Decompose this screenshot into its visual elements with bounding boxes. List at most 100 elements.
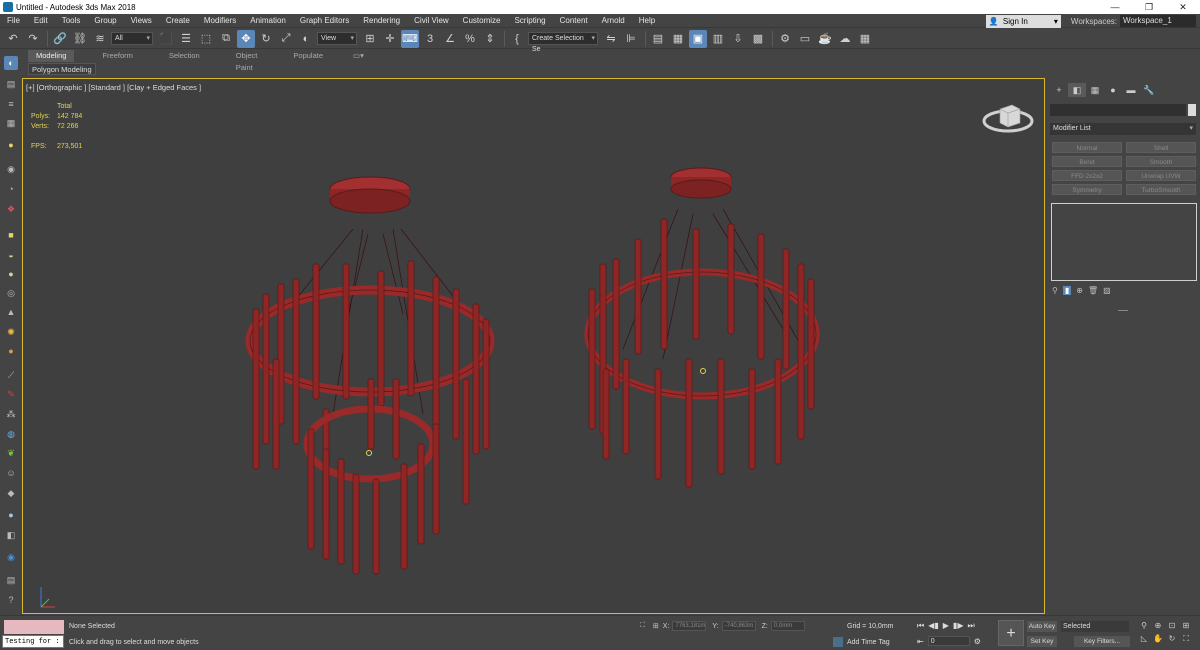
- schematic-view-icon[interactable]: ⇩: [729, 30, 747, 48]
- display-icon[interactable]: ▤: [4, 573, 18, 587]
- play-icon[interactable]: ▶: [943, 621, 949, 631]
- pan-icon[interactable]: ✋: [1151, 634, 1165, 644]
- x-coordinate-field[interactable]: 7763,181m: [672, 621, 707, 631]
- selection-filter-dropdown[interactable]: All: [111, 32, 153, 45]
- camera-icon[interactable]: ◉: [4, 162, 18, 176]
- curve-editor-icon[interactable]: ▥: [709, 30, 727, 48]
- menu-rendering[interactable]: Rendering: [356, 16, 407, 25]
- box-icon[interactable]: ■: [4, 228, 18, 242]
- menu-content[interactable]: Content: [553, 16, 595, 25]
- align-icon[interactable]: ⊫: [622, 30, 640, 48]
- modifier-smooth-button[interactable]: Smooth: [1126, 156, 1196, 167]
- rotate-icon[interactable]: ↻: [257, 30, 275, 48]
- z-coordinate-field[interactable]: 0,0mm: [770, 621, 805, 631]
- tab-selection[interactable]: Selection: [161, 50, 208, 62]
- rendered-frame-icon[interactable]: ▭: [796, 30, 814, 48]
- render-production-icon[interactable]: ☕: [816, 30, 834, 48]
- unlink-icon[interactable]: ⛓: [71, 30, 89, 48]
- light-icon[interactable]: ●: [4, 138, 18, 152]
- tab-object-paint[interactable]: Object Paint: [228, 50, 266, 72]
- modifier-list-dropdown[interactable]: Modifier List: [1050, 123, 1196, 135]
- next-frame-icon[interactable]: ▮▶: [953, 621, 964, 631]
- modifier-normal-button[interactable]: Normal: [1052, 142, 1122, 153]
- modifier-unwrap-button[interactable]: Unwrap UVW: [1126, 170, 1196, 181]
- make-unique-icon[interactable]: ⊕: [1076, 286, 1083, 295]
- ribbon-toggle-icon[interactable]: ▣: [689, 29, 707, 48]
- modify-tab-icon[interactable]: ◧: [1068, 83, 1086, 97]
- show-end-result-icon[interactable]: ▮: [1062, 286, 1072, 295]
- isolate-icon[interactable]: ⛶: [640, 622, 645, 630]
- key-mode-icon[interactable]: ⇤: [917, 637, 924, 646]
- place-icon[interactable]: ◐: [297, 30, 315, 48]
- spinner-snap-icon[interactable]: ⇕: [481, 30, 499, 48]
- go-to-end-icon[interactable]: ⏭: [967, 621, 974, 631]
- zoom-all-icon[interactable]: ⊕: [1151, 621, 1165, 630]
- modifier-shell-button[interactable]: Shell: [1126, 142, 1196, 153]
- tab-freeform[interactable]: Freeform: [94, 50, 140, 62]
- field-of-view-icon[interactable]: ◺: [1137, 634, 1151, 644]
- globe-icon[interactable]: ◍: [4, 427, 18, 441]
- torus-icon[interactable]: ◎: [4, 286, 18, 300]
- geosphere-icon[interactable]: ●: [4, 267, 18, 281]
- select-by-name-icon[interactable]: ☰: [177, 30, 195, 48]
- undo-icon[interactable]: ↶: [4, 30, 22, 48]
- maximize-button[interactable]: ❐: [1132, 0, 1166, 14]
- key-set-dropdown[interactable]: Selected: [1061, 621, 1129, 632]
- menu-scripting[interactable]: Scripting: [507, 16, 552, 25]
- previous-frame-icon[interactable]: ◀▮: [928, 621, 939, 631]
- absolute-mode-icon[interactable]: ⊞: [653, 622, 659, 630]
- workspace-dropdown[interactable]: Workspace_1: [1120, 15, 1196, 27]
- remove-modifier-icon[interactable]: 🗑: [1088, 286, 1098, 295]
- zoom-extents-icon[interactable]: ⊡: [1165, 621, 1179, 630]
- viewport-perspective[interactable]: [+] [Orthographic ] [Standard ] [Clay + …: [22, 78, 1045, 614]
- sphere-icon[interactable]: ◒: [4, 248, 18, 262]
- render-setup-icon[interactable]: ⚙: [776, 30, 794, 48]
- rect-selection-icon[interactable]: ⬚: [197, 30, 215, 48]
- scene-explorer-icon[interactable]: ▤: [649, 30, 667, 48]
- minimize-button[interactable]: —: [1098, 0, 1132, 14]
- modifier-turbosmooth-button[interactable]: TurboSmooth: [1126, 184, 1196, 195]
- y-coordinate-field[interactable]: -740,863m: [721, 621, 756, 631]
- percent-snap-icon[interactable]: %: [461, 30, 479, 48]
- chandelier-mesh-left[interactable]: [23, 79, 1044, 613]
- window-crossing-icon[interactable]: ⧉: [217, 30, 235, 48]
- go-to-start-icon[interactable]: ⏮: [917, 621, 924, 631]
- set-keys-icon[interactable]: +: [998, 620, 1024, 646]
- material-icon[interactable]: ◧: [4, 528, 18, 542]
- motion-tab-icon[interactable]: ●: [1104, 83, 1122, 97]
- cone-icon[interactable]: ▲: [4, 305, 18, 319]
- utilities-tab-icon[interactable]: 🔧: [1140, 83, 1158, 97]
- people-icon[interactable]: ☺: [4, 466, 18, 480]
- tab-modeling[interactable]: Modeling: [28, 50, 75, 62]
- move-icon[interactable]: ✥: [237, 29, 255, 48]
- add-time-tag[interactable]: Add Time Tag: [833, 637, 890, 647]
- named-selection-dropdown[interactable]: Create Selection Se: [528, 32, 598, 53]
- display-tab-icon[interactable]: ▬: [1122, 83, 1140, 97]
- menu-help[interactable]: Help: [632, 16, 662, 25]
- menu-modifiers[interactable]: Modifiers: [197, 16, 243, 25]
- spacewarp-icon[interactable]: ❖: [4, 202, 18, 216]
- menu-views[interactable]: Views: [124, 16, 159, 25]
- menu-arnold[interactable]: Arnold: [595, 16, 632, 25]
- ribbon-panel-polygon-modeling[interactable]: Polygon Modeling: [28, 63, 96, 75]
- help-icon[interactable]: ?: [4, 593, 18, 607]
- auto-key-button[interactable]: Auto Key: [1027, 621, 1057, 632]
- pivot-icon[interactable]: ⊞: [361, 30, 379, 48]
- mirror-icon[interactable]: ⇋: [602, 30, 620, 48]
- snaps-toggle-icon[interactable]: 3: [421, 30, 439, 48]
- modifier-symmetry-button[interactable]: Symmetry: [1052, 184, 1122, 195]
- pin-stack-icon[interactable]: ⚲: [1052, 286, 1058, 295]
- menu-group[interactable]: Group: [87, 16, 123, 25]
- configure-sets-icon[interactable]: ▨: [1103, 286, 1111, 295]
- angle-snap-icon[interactable]: ∠: [441, 30, 459, 48]
- scene-explorer-icon[interactable]: ▤: [4, 77, 18, 91]
- brush-icon[interactable]: ✎: [4, 387, 18, 401]
- rock-icon[interactable]: ◆: [4, 486, 18, 500]
- scale-icon[interactable]: ⤢: [277, 30, 295, 48]
- modifier-stack[interactable]: [1051, 203, 1197, 281]
- menu-file[interactable]: File: [0, 16, 27, 25]
- menu-create[interactable]: Create: [159, 16, 197, 25]
- menu-tools[interactable]: Tools: [55, 16, 88, 25]
- ruler-icon[interactable]: ⟋: [4, 368, 18, 382]
- object-name-field[interactable]: [1050, 104, 1186, 116]
